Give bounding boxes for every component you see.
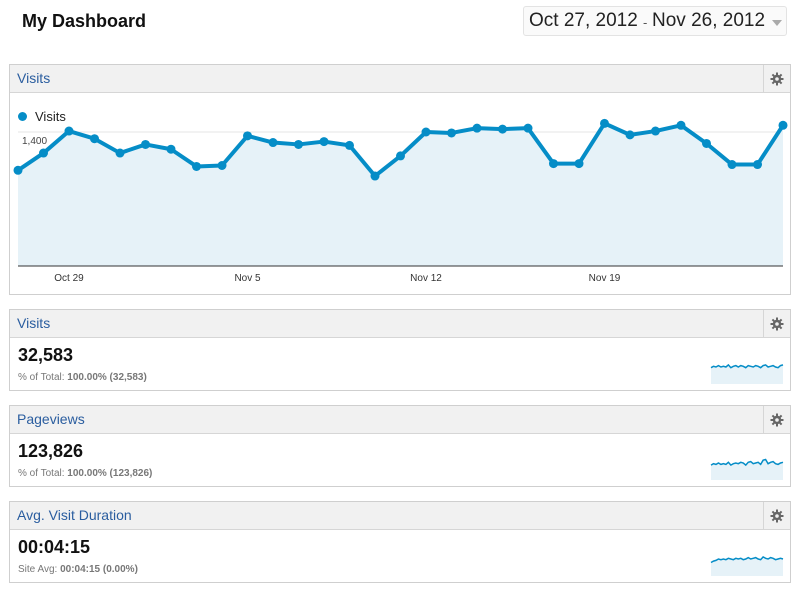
data-point[interactable] xyxy=(625,130,635,140)
chevron-down-icon[interactable] xyxy=(772,20,782,26)
x-tick-label: Oct 29 xyxy=(54,273,84,284)
area-fill xyxy=(18,123,783,266)
metric-sub-value: 100.00% (32,583) xyxy=(67,372,147,383)
data-point[interactable] xyxy=(472,123,482,133)
data-point[interactable] xyxy=(345,140,354,150)
data-point[interactable] xyxy=(192,161,201,171)
data-point[interactable] xyxy=(39,148,48,158)
widget-title: Visits xyxy=(17,315,51,331)
metric-subtext: % of Total: 100.00% (32,583) xyxy=(18,372,147,383)
data-point[interactable] xyxy=(676,120,686,130)
metric-sub-value: 100.00% (123,826) xyxy=(67,468,153,479)
sparkline xyxy=(710,363,784,384)
page-title: My Dashboard xyxy=(22,11,147,31)
data-point[interactable] xyxy=(753,160,762,170)
data-point[interactable] xyxy=(523,123,533,133)
metric-sub-value: 00:04:15 (0.00%) xyxy=(60,564,138,575)
gear-icon[interactable] xyxy=(763,406,790,433)
metric-value: 00:04:15 xyxy=(18,537,91,557)
date-range-picker[interactable]: Oct 27, 2012 - Nov 26, 2012 xyxy=(523,6,787,36)
data-point[interactable] xyxy=(217,161,227,170)
widget-header: Visits xyxy=(10,310,790,338)
data-point[interactable] xyxy=(115,148,125,158)
x-tick-label: Nov 12 xyxy=(410,273,442,284)
gear-icon-graphic xyxy=(770,317,784,330)
metric-sub-label: % of Total: xyxy=(18,468,65,479)
data-point[interactable] xyxy=(421,127,431,137)
data-point[interactable] xyxy=(141,139,150,149)
date-range-separator: - xyxy=(643,15,648,30)
data-point[interactable] xyxy=(727,160,737,170)
data-point[interactable] xyxy=(549,159,558,169)
gear-icon-graphic xyxy=(770,509,784,522)
metric-widget-avg-visit-duration: Avg. Visit Duration 00:04:15 Site Avg: 0… xyxy=(9,501,791,583)
gear-icon-graphic xyxy=(770,413,784,426)
data-point[interactable] xyxy=(268,138,278,148)
data-point[interactable] xyxy=(166,144,176,154)
visits-line-chart: 1,400700Oct 29Nov 5Nov 12Nov 19 xyxy=(13,118,788,284)
data-point[interactable] xyxy=(370,171,380,181)
widget-title: Avg. Visit Duration xyxy=(17,507,132,523)
sparkline xyxy=(710,555,784,576)
data-point[interactable] xyxy=(447,128,456,138)
metric-sub-label: % of Total: xyxy=(18,372,65,383)
date-range-end: Nov 26, 2012 xyxy=(652,10,766,31)
data-point[interactable] xyxy=(319,137,329,147)
widget-header: Avg. Visit Duration xyxy=(10,502,790,530)
data-point[interactable] xyxy=(64,126,74,136)
metric-widget-pageviews: Pageviews 123,826 % of Total: 100.00% (1… xyxy=(9,405,791,487)
metric-subtext: % of Total: 100.00% (123,826) xyxy=(18,468,152,479)
metric-widget-visits: Visits 32,583 % of Total: 100.00% (32,58… xyxy=(9,309,791,391)
x-tick-label: Nov 5 xyxy=(234,273,261,284)
visits-chart-widget: Visits Visits 1,400700Oct 29Nov 5No xyxy=(9,64,791,295)
sparkline-fill xyxy=(711,364,783,384)
widget-title: Pageviews xyxy=(17,411,85,427)
data-point[interactable] xyxy=(396,151,405,161)
data-point[interactable] xyxy=(243,131,252,141)
data-point[interactable] xyxy=(498,124,507,134)
data-point[interactable] xyxy=(702,138,711,148)
data-point[interactable] xyxy=(574,159,584,169)
x-tick-label: Nov 19 xyxy=(589,273,621,284)
widget-header: Pageviews xyxy=(10,406,790,434)
data-point[interactable] xyxy=(90,134,99,144)
metric-value: 32,583 xyxy=(18,345,74,365)
data-point[interactable] xyxy=(13,165,23,175)
sparkline xyxy=(710,458,784,480)
metric-subtext: Site Avg: 00:04:15 (0.00%) xyxy=(18,564,138,575)
data-point[interactable] xyxy=(600,118,609,128)
date-range-start: Oct 27, 2012 xyxy=(529,10,638,31)
metric-value: 123,826 xyxy=(18,441,84,461)
data-point[interactable] xyxy=(778,120,788,130)
gear-icon[interactable] xyxy=(763,502,790,529)
metric-sub-label: Site Avg: xyxy=(18,564,58,575)
data-point[interactable] xyxy=(294,139,303,149)
gear-icon[interactable] xyxy=(763,310,790,337)
data-point[interactable] xyxy=(651,126,660,136)
y-tick-label: 1,400 xyxy=(22,136,47,147)
